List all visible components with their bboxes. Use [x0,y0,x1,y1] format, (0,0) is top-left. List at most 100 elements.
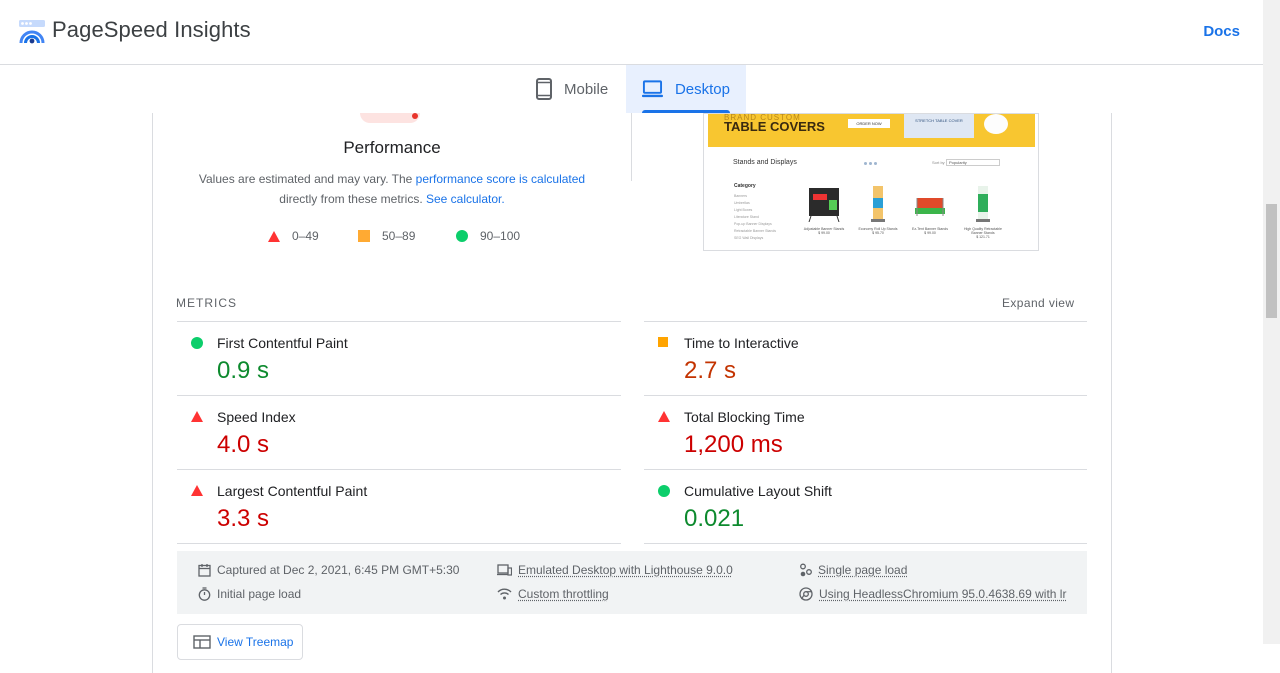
performance-title: Performance [292,138,492,158]
runtime-emulated[interactable]: Emulated Desktop with Lighthouse 9.0.0 [497,563,733,577]
runtime-browser[interactable]: Using HeadlessChromium 95.0.4638.69 with… [799,587,1066,601]
category-item: SEG Wall Displays [734,235,776,242]
product-price: $ 99.00 [907,231,953,235]
screenshot-section-title: Stands and Displays [733,159,797,166]
metric-value: 2.7 s [684,357,736,385]
category-item: Banners [734,193,776,200]
screenshot-banner-card: STRETCH TABLE COVER [904,114,974,138]
top-app-bar: PageSpeed Insights Docs [0,0,1263,65]
metric-value: 1,200 ms [684,431,783,459]
legend-fail: 0–49 [268,228,319,244]
wifi-icon [497,588,512,600]
view-treemap-button[interactable]: View Treemap [177,624,303,660]
legend-pass-range: 90–100 [480,229,520,243]
final-screenshot: BRAND CUSTOM TABLE COVERS ORDER NOW STRE… [703,113,1039,251]
pass-circle-icon [191,337,203,349]
legend-pass: 90–100 [456,228,520,244]
metric-largest-contentful-paint[interactable]: Largest Contentful Paint 3.3 s [177,470,621,544]
see-calculator-link[interactable]: See calculator. [426,192,505,206]
metric-value: 4.0 s [217,431,269,459]
screenshot-banner-button: ORDER NOW [848,119,890,128]
screenshot-product: Economy Roll Up Stands $ 95.70 [855,184,901,244]
single-page-text: Single page load [818,563,907,577]
metric-label: First Contentful Paint [217,335,348,351]
product-image [911,186,949,222]
tab-mobile-label: Mobile [564,81,608,98]
treemap-label: View Treemap [217,635,293,649]
category-item: Umbrellas [734,200,776,207]
metric-value: 3.3 s [217,505,269,533]
desc-middle: directly from these metrics. [279,192,426,206]
calendar-icon [198,563,211,577]
legend-average-range: 50–89 [382,229,415,243]
category-item: Literature Stand [734,214,776,221]
page-scrollbar[interactable] [1263,0,1280,644]
runtime-settings [177,551,1087,614]
screenshot-category-list: Banners Umbrellas Light Boxes Literature… [734,193,776,242]
metric-label: Largest Contentful Paint [217,483,367,499]
tab-desktop-label: Desktop [675,81,730,98]
nodes-icon [799,563,812,577]
fail-triangle-icon [191,485,203,496]
runtime-throttling[interactable]: Custom throttling [497,587,609,601]
screenshot-product: High Quality Retractable Banner Stands $… [960,184,1006,244]
category-item: Pop-up Banner Displays [734,221,776,228]
chrome-icon [799,587,813,601]
metrics-divider [644,543,1087,544]
screenshot-banner: BRAND CUSTOM TABLE COVERS ORDER NOW STRE… [708,114,1035,147]
pass-circle-icon [658,485,670,497]
metric-cumulative-layout-shift[interactable]: Cumulative Layout Shift 0.021 [644,470,1088,544]
throttling-text: Custom throttling [518,587,609,601]
runtime-single-page[interactable]: Single page load [799,563,907,577]
screenshot-sort-label: Sort by [932,160,945,165]
tab-desktop[interactable]: Desktop [626,65,746,113]
screenshot-category-title: Category [734,183,756,189]
metric-value: 0.021 [684,505,744,533]
metric-first-contentful-paint[interactable]: First Contentful Paint 0.9 s [177,322,621,396]
laptop-icon [642,80,663,98]
carousel-dots [864,152,880,156]
circle-icon [456,230,468,242]
metric-label: Total Blocking Time [684,409,805,425]
captured-text: Captured at Dec 2, 2021, 6:45 PM GMT+5:3… [217,563,459,577]
average-square-icon [658,337,668,347]
treemap-icon [193,635,211,649]
devices-icon [497,564,512,576]
screenshot-banner-title: TABLE COVERS [724,119,825,134]
docs-link[interactable]: Docs [1203,23,1240,40]
product-image [807,186,841,222]
fail-triangle-icon [191,411,203,422]
screenshot-product: Ez-Tent Banner Stands $ 99.00 [907,184,953,244]
metric-time-to-interactive[interactable]: Time to Interactive 2.7 s [644,322,1088,396]
browser-text: Using HeadlessChromium 95.0.4638.69 with… [819,587,1066,601]
screenshot-sort-select: Popularity [946,159,1000,166]
legend-average: 50–89 [358,228,415,244]
app-title: PageSpeed Insights [52,17,251,43]
product-price: $ 121.71 [960,235,1006,239]
metric-label: Speed Index [217,409,296,425]
performance-description: Values are estimated and may vary. The p… [186,169,598,209]
performance-gauge [360,113,420,123]
vertical-divider [631,113,632,181]
pagespeed-logo-icon[interactable] [18,19,46,45]
runtime-captured: Captured at Dec 2, 2021, 6:45 PM GMT+5:3… [198,563,459,577]
metrics-divider [177,543,621,544]
emulated-text: Emulated Desktop with Lighthouse 9.0.0 [518,563,733,577]
fail-triangle-icon [658,411,670,422]
legend-fail-range: 0–49 [292,229,319,243]
score-calculated-link[interactable]: performance score is calculated [416,172,585,186]
scrollbar-thumb[interactable] [1266,204,1277,318]
tab-mobile[interactable]: Mobile [520,65,626,113]
metric-total-blocking-time[interactable]: Total Blocking Time 1,200 ms [644,396,1088,470]
screenshot-banner-image [984,114,1008,134]
initial-load-text: Initial page load [217,587,301,601]
metrics-heading: METRICS [176,296,237,310]
screenshot-product: Adjustable Banner Stands $ 99.00 [801,184,847,244]
triangle-icon [268,231,280,242]
device-tabs: Mobile Desktop [520,65,746,113]
metric-speed-index[interactable]: Speed Index 4.0 s [177,396,621,470]
product-price: $ 99.00 [801,231,847,235]
product-image [975,186,991,222]
expand-view-toggle[interactable]: Expand view [1002,296,1074,310]
metric-value: 0.9 s [217,357,269,385]
